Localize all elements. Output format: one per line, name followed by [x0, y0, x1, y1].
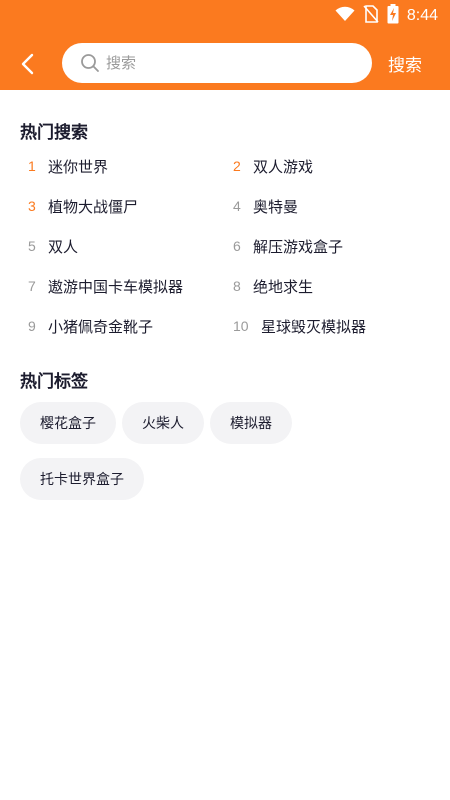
hot-search-label: 植物大战僵尸: [48, 197, 139, 216]
hot-search-item[interactable]: 1 迷你世界: [20, 156, 225, 177]
no-sim-icon: [363, 5, 379, 27]
hot-search-row: 3 植物大战僵尸 4 奥特曼: [20, 186, 440, 226]
status-bar: 8:44: [0, 0, 450, 32]
hot-search-item[interactable]: 3 植物大战僵尸: [20, 196, 225, 217]
hot-search-item[interactable]: 9 小猪佩奇金靴子: [20, 316, 225, 337]
hot-search-label: 双人: [48, 237, 79, 256]
tag-chip[interactable]: 火柴人: [122, 402, 204, 444]
search-button[interactable]: 搜索: [388, 50, 422, 76]
hot-search-label: 绝地求生: [253, 277, 314, 296]
rank-number: 8: [233, 278, 241, 294]
hot-search-item[interactable]: 7 遨游中国卡车模拟器: [20, 276, 225, 297]
wifi-icon: [335, 6, 355, 26]
rank-number: 9: [28, 318, 36, 334]
hot-search-item[interactable]: 2 双人游戏: [225, 156, 430, 177]
hot-search-row: 1 迷你世界 2 双人游戏: [20, 146, 440, 186]
rank-number: 1: [28, 158, 36, 174]
hot-search-title: 热门搜索: [20, 123, 88, 143]
rank-number: 10: [233, 318, 249, 334]
rank-number: 4: [233, 198, 241, 214]
hot-search-list: 1 迷你世界 2 双人游戏 3 植物大战僵尸 4 奥特曼 5 双人 6 解压游戏…: [20, 146, 440, 346]
rank-number: 5: [28, 238, 36, 254]
hot-search-label: 双人游戏: [253, 157, 314, 176]
rank-number: 7: [28, 278, 36, 294]
hot-search-label: 奥特曼: [253, 197, 299, 216]
hot-search-row: 5 双人 6 解压游戏盒子: [20, 226, 440, 266]
hot-search-row: 9 小猪佩奇金靴子 10 星球毁灭模拟器: [20, 306, 440, 346]
tag-row: 托卡世界盒子: [20, 458, 430, 500]
hot-search-item[interactable]: 8 绝地求生: [225, 276, 430, 297]
tag-chip[interactable]: 托卡世界盒子: [20, 458, 144, 500]
search-icon: [81, 54, 99, 72]
hot-search-item[interactable]: 10 星球毁灭模拟器: [225, 316, 430, 337]
hot-search-item[interactable]: 5 双人: [20, 236, 225, 257]
rank-number: 6: [233, 238, 241, 254]
tag-row: 樱花盒子 火柴人 模拟器: [20, 402, 430, 444]
rank-number: 3: [28, 198, 36, 214]
status-icons: 8:44: [335, 4, 438, 28]
battery-charging-icon: [387, 4, 399, 28]
hot-search-row: 7 遨游中国卡车模拟器 8 绝地求生: [20, 266, 440, 306]
tag-chip[interactable]: 樱花盒子: [20, 402, 116, 444]
hot-search-label: 小猪佩奇金靴子: [48, 317, 154, 336]
rank-number: 2: [233, 158, 241, 174]
search-input[interactable]: [106, 54, 356, 72]
hot-search-item[interactable]: 4 奥特曼: [225, 196, 430, 217]
hot-tags-list: 樱花盒子 火柴人 模拟器 托卡世界盒子: [20, 402, 430, 514]
header-bar: 8:44 搜索: [0, 0, 450, 90]
hot-search-label: 星球毁灭模拟器: [261, 317, 367, 336]
back-button[interactable]: [12, 48, 44, 80]
chevron-left-icon: [21, 53, 34, 75]
hot-search-label: 遨游中国卡车模拟器: [48, 277, 184, 296]
status-time: 8:44: [406, 7, 438, 24]
hot-search-label: 迷你世界: [48, 157, 109, 176]
tag-chip[interactable]: 模拟器: [210, 402, 292, 444]
hot-search-label: 解压游戏盒子: [253, 237, 344, 256]
hot-search-item[interactable]: 6 解压游戏盒子: [225, 236, 430, 257]
hot-tags-title: 热门标签: [20, 372, 88, 392]
search-box[interactable]: [62, 43, 372, 83]
